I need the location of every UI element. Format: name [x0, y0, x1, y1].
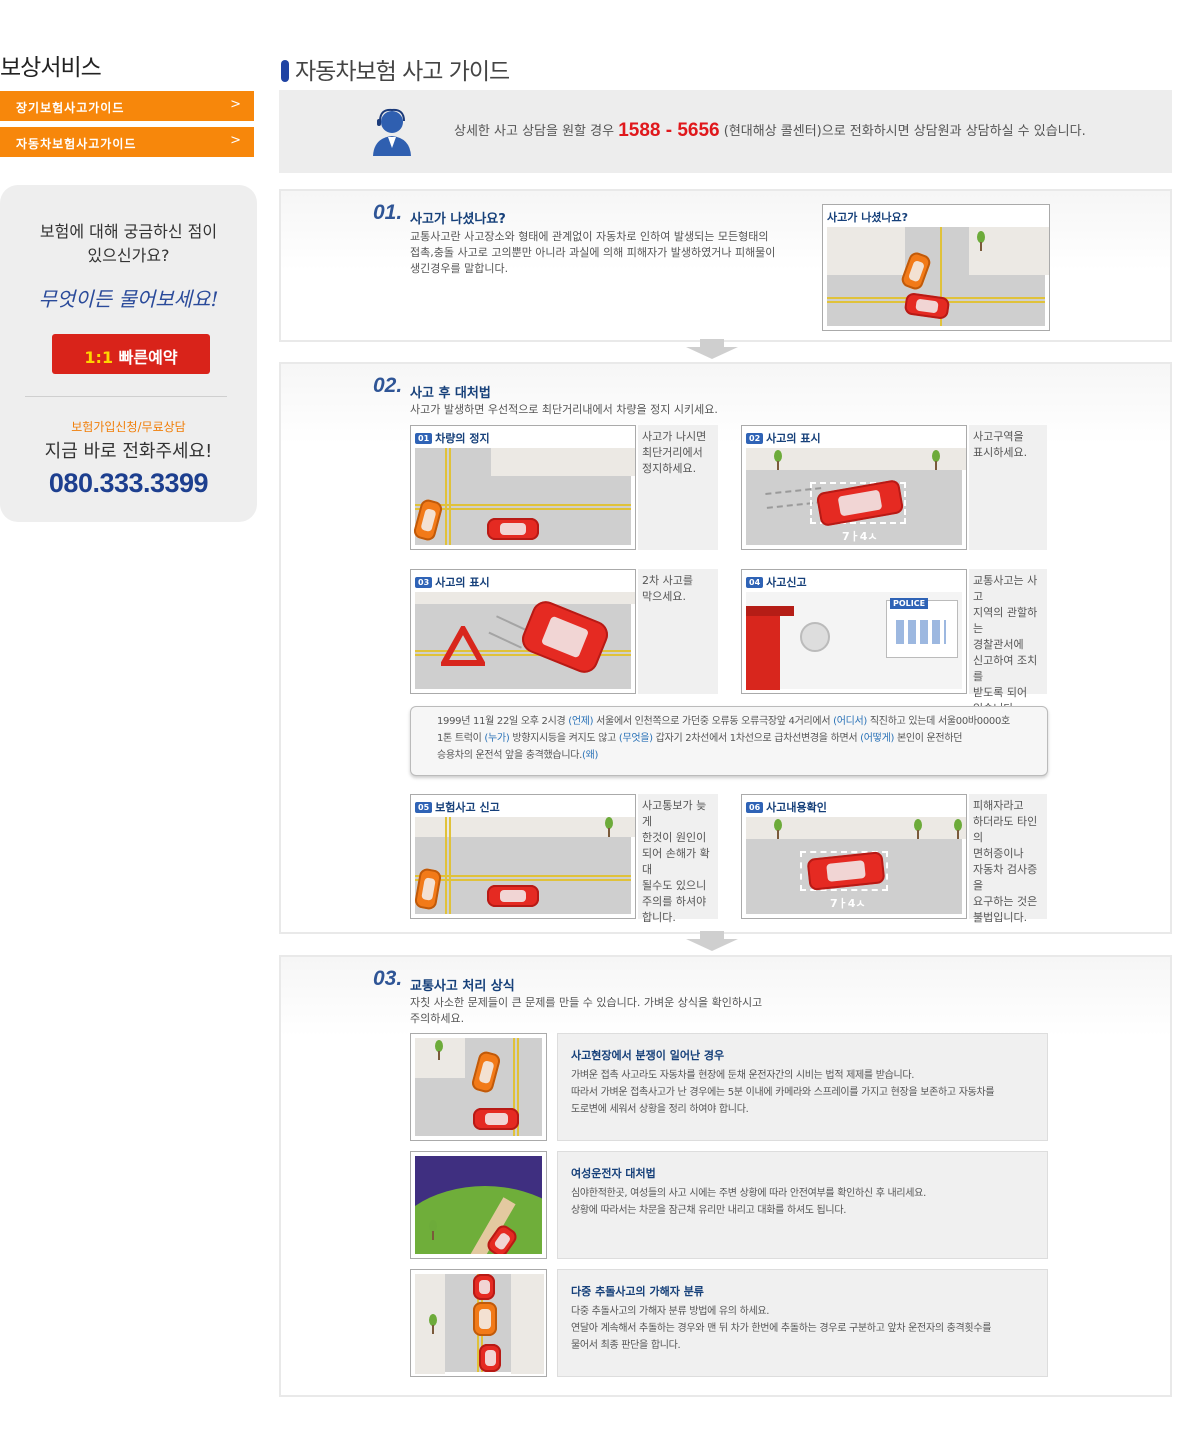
tip-female-driver-image — [410, 1151, 547, 1259]
down-arrow-icon — [686, 339, 738, 359]
section-accident: 01. 사고가 나셨나요? 교통사고란 사고장소와 형태에 관계없이 자동차로 … — [279, 189, 1172, 342]
consult-label: 보험가입신청/무료상담 — [71, 420, 186, 434]
step-report-police: 04 사고신고 POLICE — [741, 569, 967, 694]
report-example-callout: 1999년 11월 22일 오후 2시경 (언제) 서울에서 인천쪽으로 가던중… — [410, 706, 1048, 776]
handwriting-text: 무엇이든 물어보세요! — [38, 287, 219, 311]
section-number: 01. — [373, 201, 403, 224]
section-title: 교통사고 처리 상식 — [410, 979, 515, 994]
sidebar-item-label: 자동차보험사고가이드 — [16, 137, 137, 151]
tip-female-driver: 여성운전자 대처법 심야한적한곳, 여성들의 사고 시에는 주변 상황에 따라 … — [557, 1151, 1048, 1259]
step-desc: 교통사고는 사고지역의 관할하는경찰관서에신고하여 조치를받도록 되어있습니다. — [969, 569, 1047, 715]
section-desc: 교통사고란 사고장소와 형태에 관계없이 자동차로 인하여 발생되는 모든형태의… — [410, 230, 776, 275]
sidebar-item-long-term-guide[interactable]: 장기보험사고가이드 > — [0, 91, 254, 121]
quick-reserve-button[interactable]: 1:1 빠른예약 — [52, 334, 210, 374]
call-agent-icon — [373, 108, 411, 156]
phone-number: 080.333.3399 — [48, 468, 209, 498]
down-arrow-icon — [686, 931, 738, 951]
step-insurance-report: 05 보험사고 신고 — [410, 794, 636, 919]
contact-text: 상세한 사고 상담을 원할 경우 1588 - 5656 (현대해상 콜센터)으… — [454, 120, 1086, 141]
step-mark-accident: 02 사고의 표시 7ㅏ4ㅅ — [741, 425, 967, 550]
section-number: 02. — [373, 374, 403, 397]
police-sign: POLICE — [890, 598, 929, 609]
chevron-right-icon: > — [230, 97, 242, 112]
title-bar-icon — [281, 60, 289, 82]
question-box: 보험에 대해 궁금하신 점이 있으신가요? 무엇이든 물어보세요! 1:1 빠른… — [0, 185, 257, 522]
callcenter-number: 1588 - 5656 — [618, 120, 720, 141]
section-desc: 사고가 발생하면 우선적으로 최단거리내에서 차량을 정지 시키세요. — [410, 403, 718, 416]
step-desc: 사고통보가 늦게 한것이 원인이 되어 손해가 확대 될수도 있으니 주의를 하셔야 합니… — [638, 794, 718, 924]
step-warning-triangle: 03 사고의 표시 — [410, 569, 636, 694]
section-title: 사고 후 대처법 — [410, 386, 491, 401]
step-stop-vehicle: 01 차량의 정지 — [410, 425, 636, 550]
sidebar-item-auto-guide[interactable]: 자동차보험사고가이드 > — [0, 127, 254, 157]
step-desc: 사고구역을 표시하세요. — [969, 425, 1047, 550]
tip-dispute: 사고현장에서 분쟁이 일어난 경우 가벼운 접촉 사고라도 자동차를 현장에 둔… — [557, 1033, 1048, 1141]
chevron-right-icon: > — [230, 133, 242, 148]
sidebar-item-label: 장기보험사고가이드 — [16, 101, 125, 115]
warning-triangle-icon — [441, 626, 485, 666]
sidebar-title: 보상서비스 — [0, 55, 102, 81]
question-text: 보험에 대해 궁금하신 점이 있으신가요? — [39, 222, 218, 265]
tip-multiple-collision: 다중 추돌사고의 가해자 분류 다중 추돌사고의 가해자 분류 방법에 유의 하… — [557, 1269, 1048, 1377]
call-label: 지금 바로 전화주세요! — [44, 441, 213, 462]
divider — [25, 396, 227, 397]
page-title: 자동차보험 사고 가이드 — [281, 52, 510, 86]
step-check-details: 06 사고내용확인 7ㅏ4ㅅ — [741, 794, 967, 919]
section-title: 사고가 나셨나요? — [410, 212, 506, 227]
section-desc: 자칫 사소한 문제들이 큰 문제를 만들 수 있습니다. 가벼운 상식을 확인하… — [410, 996, 763, 1025]
contact-banner: 상세한 사고 상담을 원할 경우 1588 - 5656 (현대해상 콜센터)으… — [279, 90, 1172, 173]
section-number: 03. — [373, 967, 403, 990]
step-desc: 사고가 나시면 최단거리에서 정지하세요. — [638, 425, 718, 550]
tip-multiple-collision-image — [410, 1269, 547, 1377]
step-desc: 2차 사고를 막으세요. — [638, 569, 718, 694]
accident-illustration: 사고가 나셨나요? — [822, 204, 1050, 331]
tip-dispute-image — [410, 1033, 547, 1141]
step-desc: 피해자라고 하더라도 타인의 면허증이나 자동차 검사증을 요구하는 것은 불법입니다. — [969, 794, 1047, 924]
